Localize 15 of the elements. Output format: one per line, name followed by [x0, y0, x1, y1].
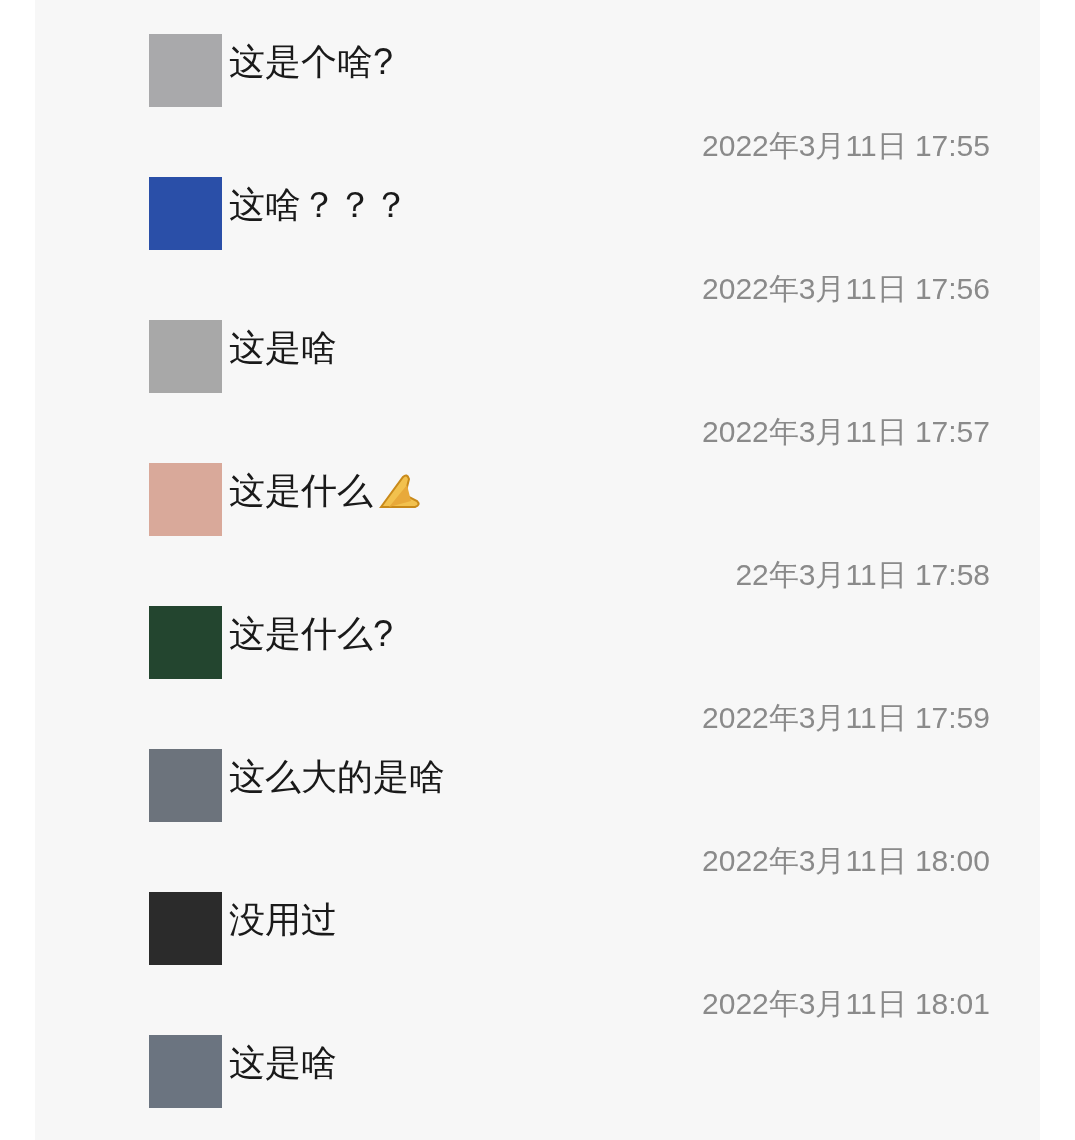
message-time: 22年3月11日 17:58	[735, 560, 990, 590]
message-time: 2022年3月11日 17:59	[702, 703, 990, 733]
message-text: 这是什么?	[229, 616, 394, 652]
message-time: 2022年3月11日 17:56	[702, 274, 990, 304]
message-text: 这是啥	[229, 330, 337, 366]
message-text: 这啥？？？	[229, 187, 409, 223]
message-text: 这是个啥?	[229, 44, 394, 80]
message-text: 这是啥	[229, 1045, 337, 1081]
message-text: 这是什么	[229, 473, 373, 509]
message-text: 没用过	[229, 902, 337, 938]
message-time: 2022年3月11日 18:01	[702, 989, 990, 1019]
message-text: 这么大的是啥	[229, 759, 445, 795]
message-time: 2022年3月11日 17:57	[702, 417, 990, 447]
message-time: 2022年3月11日 18:00	[702, 846, 990, 876]
message-time: 2022年3月11日 17:55	[702, 131, 990, 161]
